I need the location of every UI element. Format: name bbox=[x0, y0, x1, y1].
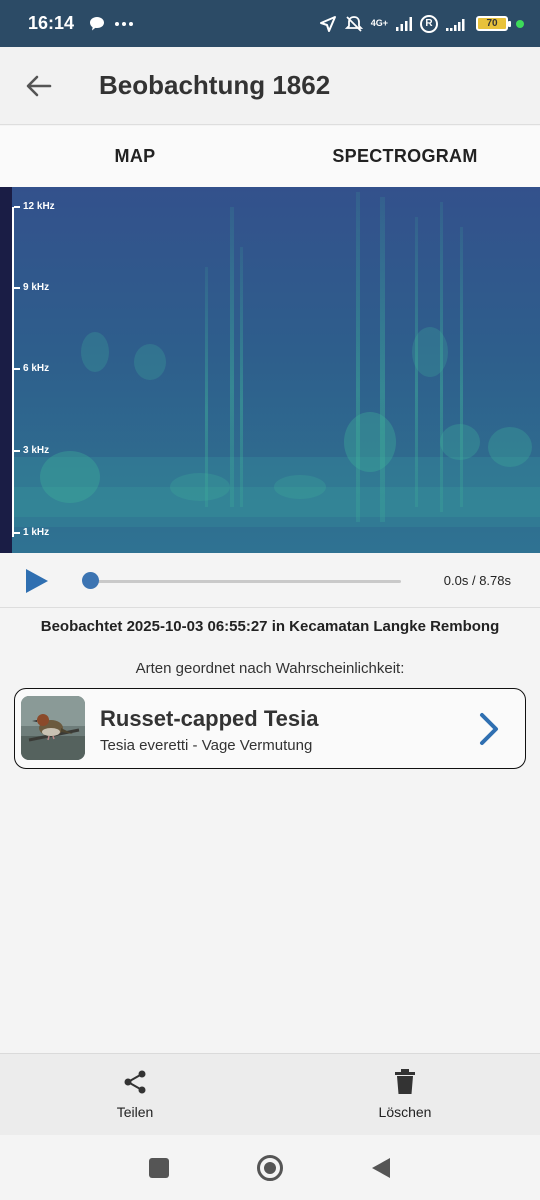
home-circle-icon[interactable] bbox=[256, 1154, 284, 1182]
chat-bubble-icon bbox=[90, 16, 105, 30]
page-title: Beobachtung 1862 bbox=[99, 70, 331, 100]
chevron-right-icon[interactable] bbox=[477, 711, 501, 747]
signal-icon bbox=[396, 16, 412, 31]
more-dots-icon bbox=[115, 21, 134, 26]
playback-slider-thumb[interactable] bbox=[82, 572, 99, 589]
species-card[interactable]: Russet-capped Tesia Tesia everetti - Vag… bbox=[14, 688, 526, 769]
tab-map[interactable]: MAP bbox=[0, 126, 270, 187]
clock: 16:14 bbox=[28, 13, 75, 33]
app-bar: Beobachtung 1862 bbox=[0, 47, 540, 125]
status-bar: 16:14 4G+ R 70 bbox=[0, 0, 540, 47]
arrow-left-icon bbox=[26, 75, 52, 96]
axis-label-9khz: 9 kHz bbox=[14, 282, 49, 293]
bird-photo bbox=[21, 696, 85, 760]
battery-icon: 70 bbox=[476, 16, 511, 31]
recents-square-icon[interactable] bbox=[148, 1157, 170, 1179]
spectrogram-image bbox=[0, 187, 540, 553]
tab-bar: MAP SPECTROGRAM bbox=[0, 126, 540, 187]
share-label: Teilen bbox=[116, 1104, 154, 1120]
spectrogram-view[interactable]: 12 kHz 9 kHz 6 kHz 3 kHz 1 kHz bbox=[0, 187, 540, 553]
back-button[interactable] bbox=[0, 47, 78, 125]
share-icon bbox=[124, 1070, 146, 1094]
axis-label-3khz: 3 kHz bbox=[14, 445, 49, 456]
species-scientific-name: Tesia everetti - Vage Vermutung bbox=[100, 737, 313, 754]
bottom-action-bar: Teilen Löschen bbox=[0, 1053, 540, 1135]
back-triangle-icon[interactable] bbox=[370, 1156, 392, 1180]
playback-time: 0.0s / 8.78s bbox=[443, 573, 511, 588]
observation-info: Beobachtet 2025-10-03 06:55:27 in Kecama… bbox=[40, 618, 500, 635]
axis-label-6khz: 6 kHz bbox=[14, 363, 49, 374]
share-button[interactable]: Teilen bbox=[0, 1054, 270, 1135]
charging-dot-icon bbox=[516, 19, 524, 28]
location-arrow-icon bbox=[319, 15, 336, 32]
species-common-name: Russet-capped Tesia bbox=[100, 706, 319, 731]
system-nav-bar bbox=[0, 1135, 540, 1200]
axis-label-12khz: 12 kHz bbox=[14, 201, 55, 212]
play-icon[interactable] bbox=[24, 567, 50, 595]
delete-label: Löschen bbox=[378, 1104, 432, 1120]
spectrogram-axis-bar bbox=[0, 187, 12, 553]
axis-label-1khz: 1 kHz bbox=[14, 527, 49, 538]
delete-button[interactable]: Löschen bbox=[270, 1054, 540, 1135]
roaming-r-icon: R bbox=[420, 14, 438, 33]
bell-off-icon bbox=[344, 15, 363, 32]
signal-icon bbox=[446, 18, 465, 31]
trash-icon bbox=[395, 1069, 415, 1094]
species-list-heading: Arten geordnet nach Wahrscheinlichkeit: bbox=[135, 660, 405, 677]
playback-slider[interactable] bbox=[90, 580, 401, 583]
tab-spectrogram[interactable]: SPECTROGRAM bbox=[270, 126, 540, 187]
audio-player: 0.0s / 8.78s bbox=[0, 553, 540, 608]
network-type: 4G+ bbox=[370, 18, 388, 28]
